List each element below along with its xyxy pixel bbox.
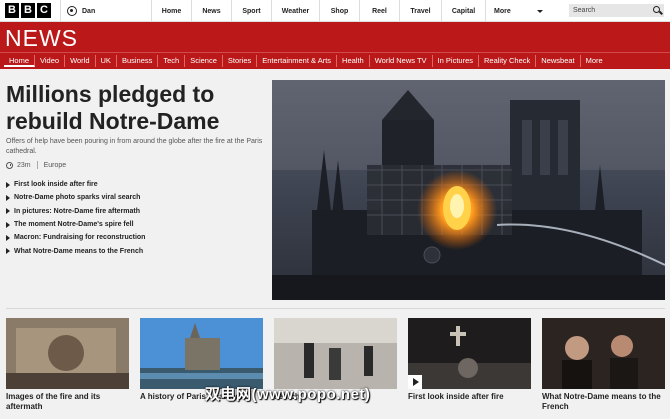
- lead-meta: 23m Europe: [6, 161, 66, 169]
- account-name: Dan: [82, 7, 96, 15]
- arrow-right-icon: [6, 234, 10, 241]
- arrow-right-icon: [6, 221, 10, 228]
- section-nav-newsbeat[interactable]: Newsbeat: [536, 55, 581, 67]
- global-nav-bar: B B C Dan Home News Sport Weather Shop Reel Tr…: [0, 0, 670, 22]
- related-link[interactable]: What Notre-Dame means to the French: [6, 244, 268, 257]
- hero-image-notre-dame-fire[interactable]: [272, 80, 665, 300]
- arrow-right-icon: [6, 248, 10, 255]
- logo-letter-c: C: [37, 3, 51, 18]
- top-nav-capital[interactable]: Capital: [441, 0, 485, 22]
- arrow-right-icon: [6, 194, 10, 201]
- story-caption[interactable]: What Notre-Dame means to the French: [542, 392, 665, 412]
- news-masthead: NEWS: [0, 22, 670, 52]
- story-caption[interactable]: Images of the fire and its aftermath: [6, 392, 129, 412]
- top-nav: Home News Sport Weather Shop Reel Travel Capita…: [151, 0, 555, 22]
- lead-time: 23m: [17, 161, 31, 169]
- section-nav-entertainment-arts[interactable]: Entertainment & Arts: [257, 55, 338, 67]
- section-nav-home[interactable]: Home: [4, 55, 36, 67]
- top-nav-reel[interactable]: Reel: [359, 0, 399, 22]
- top-nav-sport[interactable]: Sport: [231, 0, 271, 22]
- top-nav-label: News: [202, 7, 221, 15]
- section-nav-business[interactable]: Business: [117, 55, 159, 67]
- story-thumbnail[interactable]: [274, 318, 397, 389]
- story-thumbnail[interactable]: [6, 318, 129, 389]
- chevron-down-icon: [536, 9, 543, 13]
- lead-tag[interactable]: Europe: [44, 162, 67, 169]
- section-divider: [6, 308, 665, 309]
- related-link-label: First look inside after fire: [14, 181, 98, 189]
- clock-icon: [6, 161, 13, 169]
- section-nav-tech[interactable]: Tech: [158, 55, 186, 67]
- story-thumbnail[interactable]: [542, 318, 665, 389]
- story-card[interactable]: Images of the fire and its aftermath: [6, 318, 129, 412]
- top-nav-label: Sport: [242, 7, 261, 15]
- search-placeholder: Search: [573, 7, 596, 14]
- top-nav-weather[interactable]: Weather: [271, 0, 319, 22]
- cathedral-fire-illustration: [272, 80, 665, 300]
- related-link[interactable]: The moment Notre-Dame's spire fell: [6, 218, 268, 231]
- related-links: First look inside after fire Notre-Dame p…: [6, 178, 268, 258]
- top-nav-label: Travel: [410, 7, 431, 15]
- section-nav-science[interactable]: Science: [185, 55, 223, 67]
- related-link[interactable]: Macron: Fundraising for reconstruction: [6, 231, 268, 244]
- related-link-label: Notre-Dame photo sparks viral search: [14, 194, 141, 202]
- top-nav-home[interactable]: Home: [151, 0, 191, 22]
- top-nav-label: Reel: [372, 7, 387, 15]
- section-nav-health[interactable]: Health: [337, 55, 370, 67]
- section-nav-stories[interactable]: Stories: [223, 55, 258, 67]
- arrow-right-icon: [6, 181, 10, 188]
- story-card[interactable]: What Notre-Dame means to the French: [542, 318, 665, 412]
- top-nav-shop[interactable]: Shop: [319, 0, 359, 22]
- story-card[interactable]: First look inside after fire: [408, 318, 531, 402]
- meta-separator: [36, 161, 38, 169]
- logo-letter-b1: B: [5, 3, 19, 18]
- bbc-logo[interactable]: B B C: [5, 3, 51, 18]
- section-nav-more[interactable]: More: [581, 55, 608, 67]
- section-nav-in-pictures[interactable]: In Pictures: [433, 55, 479, 67]
- story-thumbnail[interactable]: [408, 318, 531, 389]
- top-nav-more[interactable]: More: [485, 0, 555, 22]
- story-caption[interactable]: First look inside after fire: [408, 392, 531, 402]
- section-nav-uk[interactable]: UK: [96, 55, 117, 67]
- section-nav-reality-check[interactable]: Reality Check: [479, 55, 537, 67]
- top-nav-label: More: [494, 7, 511, 15]
- section-nav-video[interactable]: Video: [35, 55, 66, 67]
- top-nav-label: Shop: [330, 7, 349, 15]
- lead-headline[interactable]: Millions pledged to rebuild Notre-Dame: [6, 81, 266, 135]
- account-link[interactable]: Dan: [60, 0, 150, 22]
- related-link-label: The moment Notre-Dame's spire fell: [14, 221, 134, 229]
- section-nav-world-news-tv[interactable]: World News TV: [370, 55, 433, 67]
- related-link[interactable]: First look inside after fire: [6, 178, 268, 191]
- account-icon: [67, 6, 77, 16]
- related-link-label: What Notre-Dame means to the French: [14, 247, 144, 255]
- top-nav-news[interactable]: News: [191, 0, 231, 22]
- search-input[interactable]: Search: [569, 4, 664, 17]
- arrow-right-icon: [6, 208, 10, 215]
- related-link[interactable]: In pictures: Notre-Dame fire aftermath: [6, 205, 268, 218]
- related-link-label: In pictures: Notre-Dame fire aftermath: [14, 207, 141, 215]
- top-nav-label: Capital: [451, 7, 476, 15]
- top-nav-label: Home: [161, 7, 182, 15]
- related-link-label: Macron: Fundraising for reconstruction: [14, 234, 146, 242]
- section-nav: Home Video World UK Business Tech Science Stori…: [0, 52, 670, 69]
- related-link[interactable]: Notre-Dame photo sparks viral search: [6, 191, 268, 204]
- lead-summary: Offers of help have been pouring in from…: [6, 138, 263, 155]
- search-icon[interactable]: [653, 6, 660, 13]
- logo-letter-b2: B: [21, 3, 35, 18]
- section-nav-world[interactable]: World: [65, 55, 96, 67]
- top-nav-label: Weather: [281, 7, 310, 15]
- news-logo[interactable]: NEWS: [5, 25, 78, 52]
- watermark-text: 双电网(www.popo.net): [205, 386, 371, 403]
- play-icon[interactable]: [408, 375, 422, 389]
- top-nav-travel[interactable]: Travel: [399, 0, 441, 22]
- story-thumbnail[interactable]: [140, 318, 263, 389]
